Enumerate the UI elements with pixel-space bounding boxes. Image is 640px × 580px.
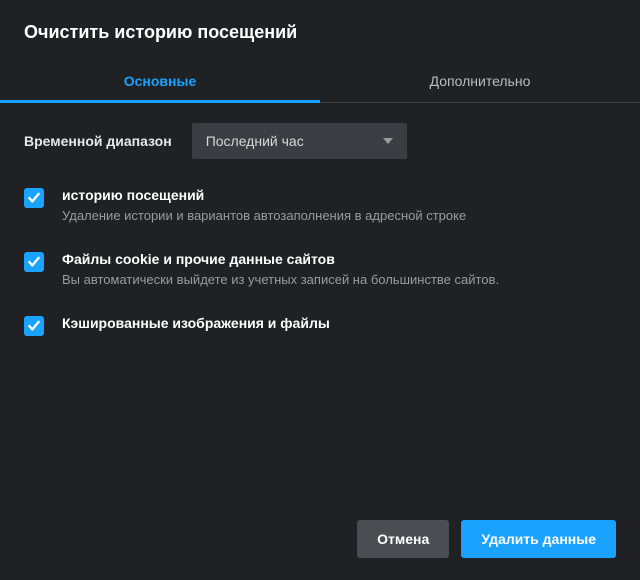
check-icon	[27, 319, 41, 333]
cancel-button[interactable]: Отмена	[357, 520, 449, 558]
checkbox-browsing-history[interactable]	[24, 188, 44, 208]
checkbox-cache[interactable]	[24, 316, 44, 336]
time-range-label: Временной диапазон	[24, 133, 172, 149]
checkbox-cookies[interactable]	[24, 252, 44, 272]
option-browsing-history: историю посещений Удаление истории и вар…	[24, 187, 616, 225]
check-icon	[27, 255, 41, 269]
option-title: историю посещений	[62, 187, 616, 203]
option-desc: Удаление истории и вариантов автозаполне…	[62, 207, 616, 225]
time-range-row: Временной диапазон Последний час	[24, 123, 616, 159]
clear-browsing-data-dialog: Очистить историю посещений Основные Допо…	[0, 0, 640, 580]
tab-advanced[interactable]: Дополнительно	[320, 61, 640, 102]
option-title: Файлы cookie и прочие данные сайтов	[62, 251, 616, 267]
dialog-body: Временной диапазон Последний час историю…	[0, 103, 640, 502]
option-text: Кэшированные изображения и файлы	[62, 315, 616, 335]
dialog-title: Очистить историю посещений	[0, 0, 640, 61]
time-range-value: Последний час	[206, 133, 304, 149]
option-cache: Кэшированные изображения и файлы	[24, 315, 616, 336]
tab-basic[interactable]: Основные	[0, 61, 320, 102]
chevron-down-icon	[383, 138, 393, 144]
check-icon	[27, 191, 41, 205]
option-desc: Вы автоматически выйдете из учетных запи…	[62, 271, 616, 289]
time-range-select[interactable]: Последний час	[192, 123, 407, 159]
option-cookies: Файлы cookie и прочие данные сайтов Вы а…	[24, 251, 616, 289]
option-title: Кэшированные изображения и файлы	[62, 315, 616, 331]
dialog-footer: Отмена Удалить данные	[0, 502, 640, 580]
clear-data-button[interactable]: Удалить данные	[461, 520, 616, 558]
option-text: историю посещений Удаление истории и вар…	[62, 187, 616, 225]
tabs: Основные Дополнительно	[0, 61, 640, 103]
option-text: Файлы cookie и прочие данные сайтов Вы а…	[62, 251, 616, 289]
